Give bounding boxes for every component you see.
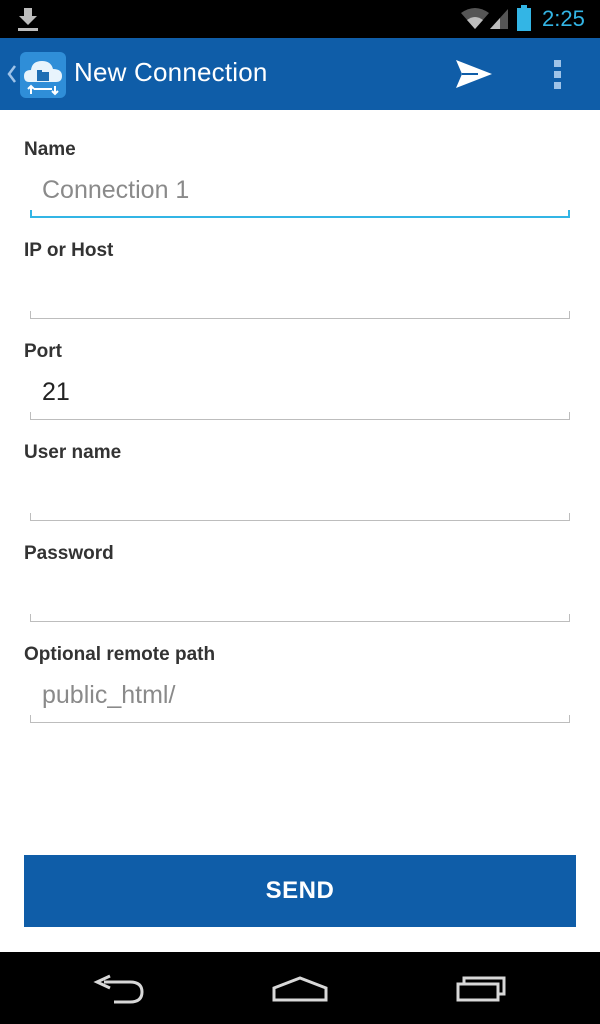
home-icon[interactable] bbox=[270, 968, 330, 1008]
battery-icon bbox=[517, 5, 531, 31]
overflow-menu-icon[interactable] bbox=[546, 56, 570, 92]
password-label: Password bbox=[24, 543, 114, 564]
app-cloud-icon[interactable] bbox=[20, 52, 66, 98]
status-clock: 2:25 bbox=[542, 6, 585, 31]
remote-path-label: Optional remote path bbox=[24, 644, 216, 665]
name-placeholder: Connection 1 bbox=[42, 176, 190, 204]
port-label: Port bbox=[24, 341, 62, 362]
send-icon[interactable] bbox=[448, 54, 496, 94]
host-label: IP or Host bbox=[24, 240, 114, 261]
system-nav-bar bbox=[0, 952, 600, 1024]
back-icon[interactable] bbox=[90, 968, 150, 1008]
password-field[interactable] bbox=[30, 572, 570, 622]
remote-path-field[interactable]: public_html/ bbox=[30, 673, 570, 723]
port-value: 21 bbox=[42, 378, 70, 406]
page-title: New Connection bbox=[74, 57, 268, 87]
action-bar: New Connection bbox=[0, 38, 600, 110]
username-label: User name bbox=[24, 442, 122, 463]
recents-icon[interactable] bbox=[452, 968, 512, 1008]
connection-form: Name Connection 1 IP or Host Port 21 Use… bbox=[0, 110, 600, 952]
signal-icon bbox=[490, 9, 508, 29]
username-field[interactable] bbox=[30, 471, 570, 521]
status-bar: 2:25 bbox=[0, 0, 600, 38]
name-field[interactable]: Connection 1 bbox=[30, 168, 570, 218]
up-caret-icon[interactable] bbox=[4, 60, 18, 88]
send-button[interactable]: SEND bbox=[24, 855, 576, 927]
name-label: Name bbox=[24, 139, 76, 160]
host-field[interactable] bbox=[30, 269, 570, 319]
wifi-icon bbox=[461, 8, 489, 29]
download-icon bbox=[18, 8, 38, 31]
port-field[interactable]: 21 bbox=[30, 370, 570, 420]
remote-path-placeholder: public_html/ bbox=[42, 681, 176, 709]
